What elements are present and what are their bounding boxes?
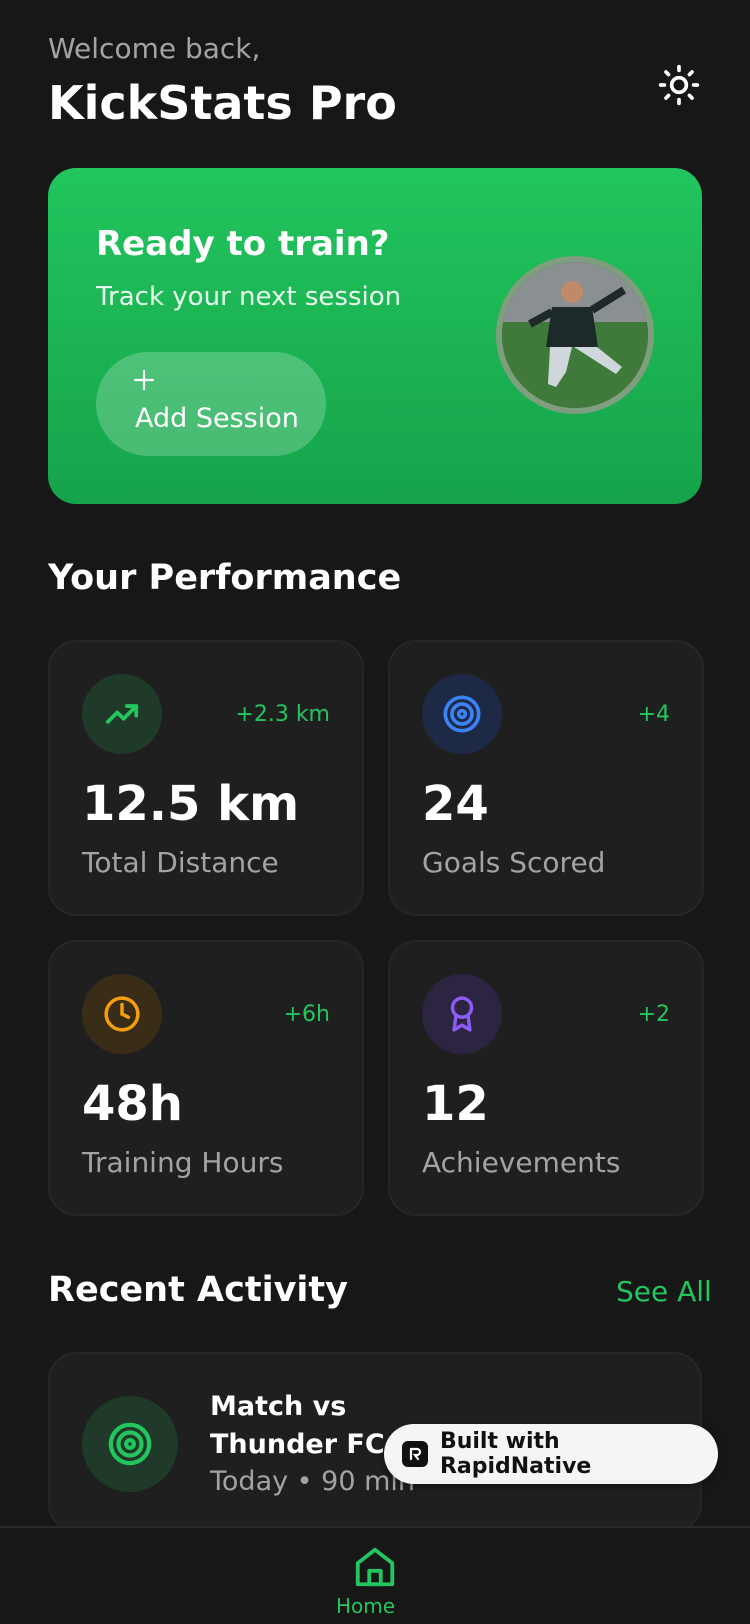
stat-value: 48h [82,1076,183,1132]
stat-delta: +2.3 km [235,702,330,727]
stat-value: 12 [422,1076,489,1132]
performance-title: Your Performance [48,558,402,598]
add-session-label: Add Session [135,403,299,434]
stat-label: Total Distance [82,846,279,879]
hero-title: Ready to train? [96,224,390,264]
stat-value: 12.5 km [82,776,300,832]
nav-home-label[interactable]: Home [336,1594,395,1618]
home-icon[interactable] [352,1544,398,1590]
recent-activity-title: Recent Activity [48,1270,348,1310]
activity-meta: Today • 90 min [210,1466,416,1497]
stat-label: Goals Scored [422,846,606,879]
welcome-text: Welcome back, [48,32,261,65]
target-icon [82,1396,178,1492]
see-all-link[interactable]: See All [616,1275,712,1308]
stat-value: 24 [422,776,489,832]
sun-icon [658,64,700,106]
built-with-badge[interactable]: Built with RapidNative [384,1424,718,1484]
app-title: KickStats Pro [48,76,397,130]
stat-label: Training Hours [82,1146,284,1179]
clock-icon [82,974,162,1054]
rapidnative-logo-icon [402,1441,428,1467]
activity-title: Match vs Thunder FC [210,1391,385,1460]
award-icon [422,974,502,1054]
plus-icon [133,369,155,391]
stat-delta: +4 [637,702,670,727]
stat-label: Achievements [422,1146,621,1179]
hero-subtitle: Track your next session [96,282,402,312]
trending-up-icon [82,674,162,754]
stat-delta: +6h [283,1002,330,1027]
player-avatar [496,256,654,414]
badge-text: Built with RapidNative [439,1429,592,1479]
target-icon [422,674,502,754]
theme-toggle-button[interactable] [654,60,704,110]
stat-delta: +2 [637,1002,670,1027]
